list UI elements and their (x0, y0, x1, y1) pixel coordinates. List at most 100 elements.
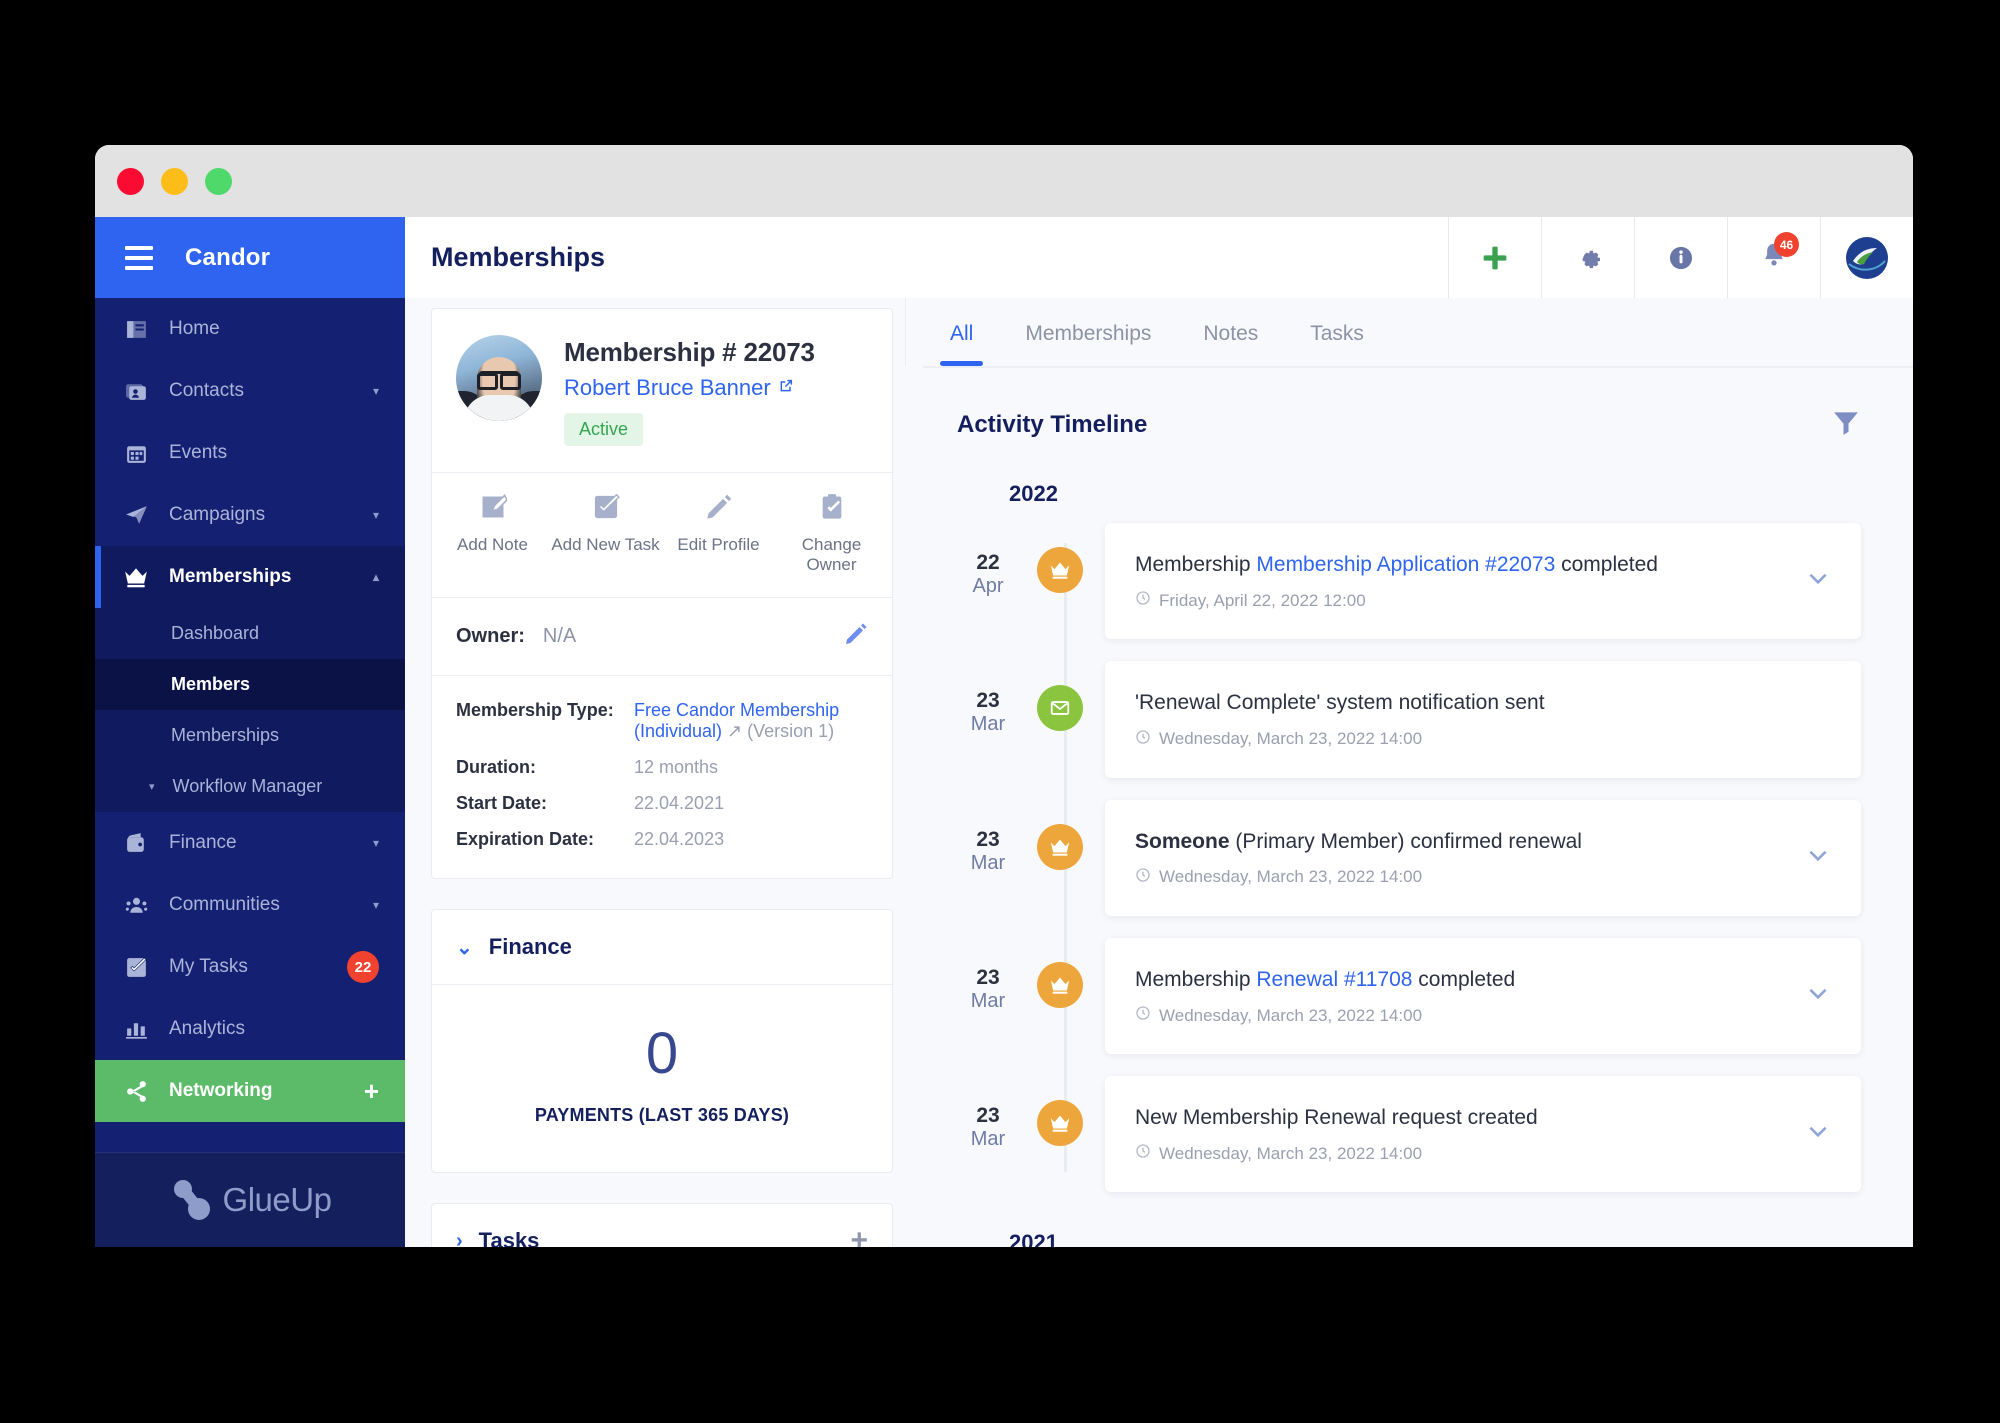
payments-caption: PAYMENTS (LAST 365 DAYS) (534, 1105, 790, 1126)
chevron-down-icon[interactable] (1805, 980, 1831, 1012)
payments-count: 0 (645, 1021, 679, 1087)
window-close-button[interactable] (117, 167, 144, 195)
event-link[interactable]: Renewal #11708 (1256, 968, 1412, 991)
envelope-icon (1037, 685, 1083, 732)
window-titlebar (95, 145, 1913, 217)
add-task-button[interactable]: + (850, 1226, 868, 1247)
event-link[interactable]: Membership Application #22073 (1256, 553, 1555, 576)
filter-funnel-icon[interactable] (1831, 408, 1861, 443)
field-value: 22.04.2021 (634, 793, 725, 814)
add-new-task-button[interactable]: Add New Task (549, 493, 662, 575)
window-maximize-button[interactable] (205, 167, 232, 195)
browser-window: Candor Home Contacts ▾ Events Campaigns … (95, 145, 1913, 1247)
timeline-event: 23 Mar Someone (Primary Member) confirme (957, 799, 1861, 916)
user-avatar[interactable] (1820, 217, 1913, 298)
notifications-badge: 46 (1774, 232, 1799, 257)
sidebar-item-label: Communities (169, 894, 280, 915)
clock-icon (1135, 1005, 1151, 1026)
field-label: Membership Type: (456, 700, 614, 721)
sidebar-item-label: Networking (169, 1080, 273, 1101)
tasks-section-header[interactable]: › Tasks + (432, 1204, 892, 1247)
owner-edit-pencil-icon[interactable] (844, 622, 868, 651)
sidebar-item-workflow-manager[interactable]: ▾ Workflow Manager (95, 761, 405, 812)
sidebar-item-networking[interactable]: Networking + (95, 1060, 405, 1122)
event-text-post: completed (1555, 552, 1658, 576)
window-minimize-button[interactable] (161, 167, 188, 195)
timeline-event: 23 Mar 'Renewal Complete' system notific (957, 661, 1861, 778)
timeline-scroll[interactable]: 2022 22 Apr Membership Membership Applic… (905, 443, 1913, 1247)
timeline-card[interactable]: Membership Membership Application #22073… (1105, 522, 1861, 640)
sidebar-item-campaigns[interactable]: Campaigns ▾ (95, 484, 405, 546)
clipboard-check-icon (818, 493, 846, 526)
sidebar-item-communities[interactable]: Communities ▾ (95, 874, 405, 936)
sidebar-item-dashboard[interactable]: Dashboard (95, 608, 405, 659)
notifications-bell-icon[interactable]: 46 (1727, 217, 1820, 298)
hamburger-icon[interactable] (125, 245, 153, 270)
glueup-logo-text: GlueUp (222, 1181, 332, 1218)
field-membership-type: Membership Type: Free Candor Membership … (456, 700, 868, 742)
sidebar-item-members[interactable]: Members (95, 659, 405, 710)
note-edit-icon (479, 493, 508, 526)
edit-profile-button[interactable]: Edit Profile (662, 493, 775, 575)
finance-body: 0 PAYMENTS (LAST 365 DAYS) (432, 984, 892, 1172)
crown-icon (1037, 823, 1083, 870)
tab-all[interactable]: All (924, 298, 999, 366)
share-icon (123, 1078, 149, 1104)
member-name-link[interactable]: Robert Bruce Banner (564, 375, 815, 401)
finance-section-header[interactable]: ⌄ Finance (432, 910, 892, 984)
change-owner-button[interactable]: Change Owner (775, 493, 888, 575)
sidebar-item-memberships-sub[interactable]: Memberships (95, 710, 405, 761)
quick-action-label: Add Note (457, 535, 528, 554)
tab-tasks[interactable]: Tasks (1284, 298, 1390, 366)
quick-action-label: Change Owner (801, 535, 862, 575)
info-icon[interactable] (1634, 217, 1727, 298)
timeline-card[interactable]: 'Renewal Complete' system notification s… (1105, 661, 1861, 778)
sidebar-item-finance[interactable]: Finance ▾ (95, 812, 405, 874)
event-day: 23 (976, 689, 1000, 713)
add-icon[interactable] (1448, 217, 1541, 298)
sidebar-item-events[interactable]: Events (95, 422, 405, 484)
chevron-down-icon: ▾ (372, 508, 379, 522)
profile-meta: Membership # 22073 Robert Bruce Banner A… (564, 335, 815, 446)
event-text: Membership Membership Application #22073… (1135, 551, 1785, 611)
activity-tabs: All Memberships Notes Tasks (905, 298, 1913, 366)
settings-gear-icon[interactable] (1541, 217, 1634, 298)
tab-notes[interactable]: Notes (1177, 298, 1284, 366)
my-tasks-badge: 22 (347, 951, 379, 983)
tab-memberships[interactable]: Memberships (999, 298, 1177, 366)
sidebar: Candor Home Contacts ▾ Events Campaigns … (95, 217, 405, 1247)
event-title: New Membership Renewal request created (1135, 1106, 1538, 1130)
tasks-section-title: Tasks (478, 1228, 540, 1247)
owner-row: Owner: N/A (432, 597, 892, 675)
main-area: Memberships 46 Membership # 22073 Robert… (405, 217, 1913, 1247)
event-timestamp: Wednesday, March 23, 2022 14:00 (1159, 1005, 1423, 1025)
finance-card: ⌄ Finance 0 PAYMENTS (LAST 365 DAYS) (431, 909, 893, 1174)
membership-fields: Membership Type: Free Candor Membership … (432, 675, 892, 878)
event-text-post: (Primary Member) confirmed renewal (1229, 829, 1582, 853)
networking-add-button[interactable]: + (364, 1078, 379, 1104)
sidebar-item-analytics[interactable]: Analytics (95, 998, 405, 1060)
chevron-down-icon[interactable] (1805, 842, 1831, 874)
sidebar-item-my-tasks[interactable]: My Tasks 22 (95, 936, 405, 998)
chevron-down-icon[interactable] (1805, 1118, 1831, 1150)
timeline-card[interactable]: Someone (Primary Member) confirmed renew… (1105, 799, 1861, 916)
event-text-pre: Membership (1135, 967, 1257, 991)
event-day: 22 (976, 550, 1000, 574)
chevron-down-icon: ⌄ (456, 936, 473, 959)
membership-detail-panel: Membership # 22073 Robert Bruce Banner A… (405, 298, 905, 1247)
sidebar-item-contacts[interactable]: Contacts ▾ (95, 360, 405, 422)
glueup-logo: GlueUp (169, 1179, 332, 1221)
sidebar-item-home[interactable]: Home (95, 298, 405, 360)
event-text: Someone (Primary Member) confirmed renew… (1135, 828, 1785, 888)
timeline-card[interactable]: Membership Renewal #11708 completed Wedn… (1105, 937, 1861, 1055)
clock-icon (1135, 590, 1151, 611)
sidebar-item-memberships[interactable]: Memberships ▴ (95, 546, 405, 608)
timeline-events-2022: 22 Apr Membership Membership Application (957, 522, 1861, 1193)
header-icon-bar: 46 (1448, 217, 1913, 298)
field-version: (Version 1) (747, 721, 835, 742)
field-label: Start Date: (456, 793, 548, 814)
event-month: Apr (972, 575, 1004, 598)
add-note-button[interactable]: Add Note (436, 493, 549, 575)
chevron-down-icon[interactable] (1805, 565, 1831, 597)
timeline-card[interactable]: New Membership Renewal request created W… (1105, 1076, 1861, 1193)
